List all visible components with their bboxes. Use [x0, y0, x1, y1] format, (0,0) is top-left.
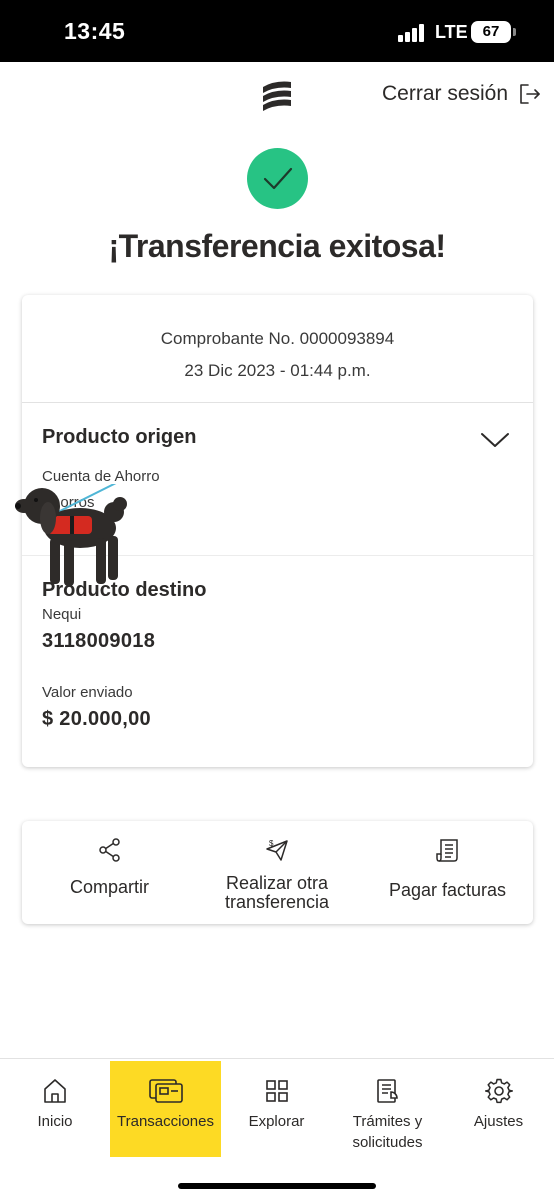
documents-icon [376, 1079, 398, 1103]
origin-account-type: Cuenta de Ahorro [42, 468, 160, 485]
share-icon [98, 838, 120, 862]
page-title: ¡Transferencia exitosa! [108, 228, 446, 264]
receipt-header: Comprobante No. 0000093894 23 Dic 2023 -… [22, 295, 533, 403]
chevron-down-icon[interactable] [480, 431, 510, 449]
amount-value: $ 20.000,00 [42, 708, 151, 730]
pay-bills-button[interactable]: Pagar facturas [362, 821, 533, 924]
send-money-icon: $ [266, 839, 288, 861]
nav-item-tramites[interactable]: Trámites y solicitudes [332, 1061, 443, 1157]
nav-label-ajustes: Ajustes [473, 1113, 524, 1130]
new-transfer-label-line1: Realizar otra [225, 873, 329, 893]
signal-icon [398, 24, 426, 42]
new-transfer-button[interactable]: $ Realizar otra transferencia [192, 821, 362, 924]
nav-label-inicio: Inicio [37, 1113, 73, 1130]
nav-item-ajustes[interactable]: Ajustes [443, 1061, 554, 1157]
home-indicator [178, 1183, 376, 1189]
nav-label-tramites-line2: solicitudes [352, 1134, 423, 1151]
bill-icon [435, 839, 458, 862]
amount-label: Valor enviado [42, 684, 133, 701]
battery-icon: 67 [471, 21, 516, 43]
destination-bank: Nequi [42, 606, 82, 623]
new-transfer-label-line2: transferencia [224, 892, 330, 912]
transactions-icon [148, 1079, 183, 1103]
logout-label: Cerrar sesión [382, 82, 509, 105]
logout-icon [520, 84, 540, 104]
actions-card: Compartir $ Realizar otra transferencia … [22, 821, 533, 924]
origin-title: Producto origen [42, 426, 197, 448]
nav-item-transacciones[interactable]: Transacciones [110, 1061, 221, 1157]
share-label: Compartir [69, 877, 149, 897]
destination-account: 3118009018 [42, 630, 156, 652]
status-time: 13:45 [64, 18, 126, 44]
share-button[interactable]: Compartir [22, 821, 197, 924]
grid-icon [265, 1080, 288, 1102]
nav-item-inicio[interactable]: Inicio [0, 1061, 110, 1157]
receipt-number: Comprobante No. 0000093894 [160, 329, 395, 348]
gear-icon [484, 1078, 513, 1104]
home-icon [44, 1079, 66, 1103]
nav-item-explorar[interactable]: Explorar [221, 1061, 332, 1157]
logout-button[interactable]: Cerrar sesión [382, 80, 542, 108]
dog-sticker-image [15, 484, 127, 586]
bank-logo-icon [263, 81, 291, 111]
nav-label-transacciones: Transacciones [117, 1113, 214, 1130]
receipt-date: 23 Dic 2023 - 01:44 p.m. [184, 361, 371, 380]
svg-text:$: $ [269, 839, 274, 848]
nav-label-explorar: Explorar [248, 1113, 305, 1130]
bottom-nav: Inicio Transacciones Explorar Trámites y… [0, 1058, 554, 1200]
status-bar: 13:45 LTE 67 [0, 0, 554, 62]
nav-label-tramites-line1: Trámites y [352, 1113, 423, 1130]
network-label: LTE [435, 22, 468, 42]
pay-bills-label: Pagar facturas [388, 880, 507, 900]
success-check-icon [247, 148, 308, 209]
